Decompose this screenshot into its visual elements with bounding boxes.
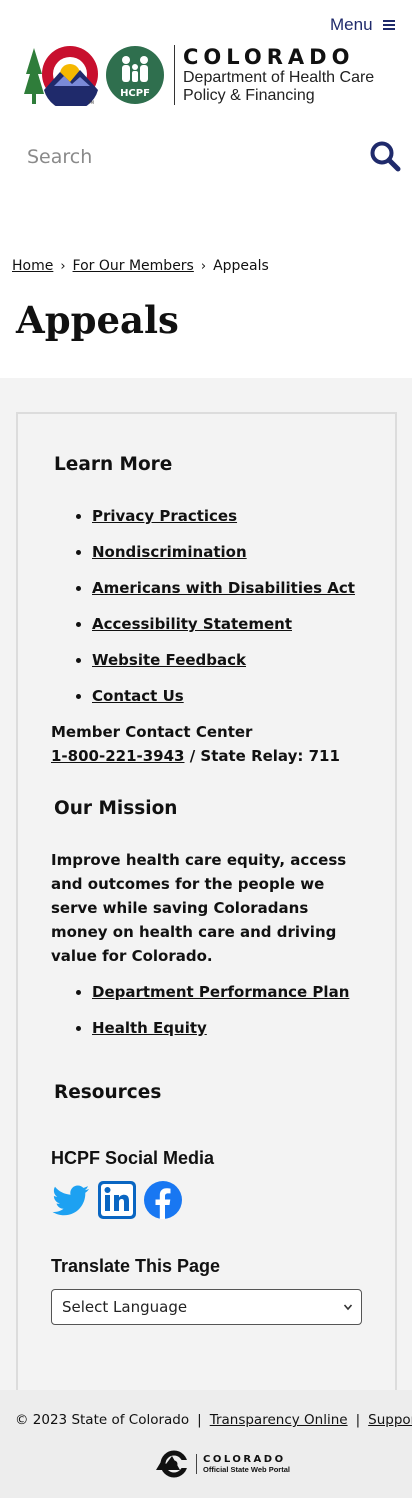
menu-button[interactable]: Menu (330, 15, 395, 35)
hcpf-logo-icon: HCPF (106, 46, 164, 104)
list-item: Privacy Practices (76, 506, 355, 542)
list-item: Website Feedback (76, 650, 355, 686)
list-item: Accessibility Statement (76, 614, 355, 650)
phone-link[interactable]: 1-800-221-3943 (51, 747, 184, 765)
search-input[interactable] (27, 146, 357, 168)
performance-plan-link[interactable]: Department Performance Plan (92, 983, 349, 1001)
chevron-down-icon (343, 1304, 353, 1311)
mission-text: Improve health care equity, access and o… (51, 851, 347, 965)
logo-sub-line1: Department of Health Care (183, 69, 375, 86)
social-icons (51, 1180, 183, 1220)
info-panel: Learn More Privacy Practices Nondiscrimi… (16, 412, 397, 1402)
page-title: Appeals (16, 298, 179, 342)
language-select-value: Select Language (62, 1298, 188, 1316)
language-select[interactable]: Select Language (51, 1289, 362, 1325)
linkedin-icon[interactable] (97, 1180, 137, 1220)
breadcrumb-home-link[interactable]: Home (12, 258, 53, 274)
colorado-logo-icon: TM (24, 46, 98, 106)
nondiscrimination-link[interactable]: Nondiscrimination (92, 543, 247, 561)
portal-title: COLORADO (203, 1454, 286, 1465)
member-contact-block: Member Contact Center 1-800-221-3943 / S… (51, 720, 340, 768)
facebook-icon[interactable] (143, 1180, 183, 1220)
footer-info-section: Learn More Privacy Practices Nondiscrimi… (0, 378, 412, 1402)
page-footer: © 2023 State of Colorado | Transparency … (0, 1390, 412, 1498)
mission-heading: Our Mission (54, 798, 178, 819)
list-item: Department Performance Plan (76, 982, 349, 1018)
copyright-text: © 2023 State of Colorado (15, 1412, 190, 1428)
learn-more-heading: Learn More (54, 454, 173, 475)
website-feedback-link[interactable]: Website Feedback (92, 651, 246, 669)
breadcrumb: Home › For Our Members › Appeals (12, 258, 269, 274)
transparency-online-link[interactable]: Transparency Online (210, 1412, 348, 1428)
privacy-practices-link[interactable]: Privacy Practices (92, 507, 237, 525)
site-logo[interactable]: TM HCPF COLORADO Department of Health Ca… (24, 44, 374, 106)
contact-center-label: Member Contact Center (51, 723, 253, 741)
mission-list: Department Performance Plan Health Equit… (76, 982, 349, 1054)
list-item: Contact Us (76, 686, 355, 722)
menu-label: Menu (330, 15, 373, 34)
state-relay-text: / State Relay: 711 (184, 747, 340, 765)
list-item: Health Equity (76, 1018, 349, 1054)
breadcrumb-separator: › (200, 258, 207, 274)
logo-sub-line2: Policy & Financing (183, 87, 315, 104)
logo-divider (174, 45, 175, 105)
search-bar (27, 140, 401, 180)
resources-heading: Resources (54, 1082, 162, 1103)
hamburger-icon (382, 20, 395, 30)
breadcrumb-current: Appeals (213, 258, 269, 274)
colorado-c-icon (156, 1450, 190, 1478)
support-link[interactable]: Support (368, 1412, 412, 1428)
hcpf-badge: HCPF (120, 88, 150, 99)
svg-text:TM: TM (87, 100, 94, 105)
ada-link[interactable]: Americans with Disabilities Act (92, 579, 355, 597)
portal-text: COLORADO Official State Web Portal (196, 1454, 290, 1474)
breadcrumb-members-link[interactable]: For Our Members (73, 258, 194, 274)
breadcrumb-separator: › (60, 258, 66, 274)
logo-text: COLORADO Department of Health Care Polic… (183, 45, 374, 105)
twitter-icon[interactable] (51, 1180, 91, 1220)
footer-separator: | (197, 1412, 202, 1428)
social-media-heading: HCPF Social Media (51, 1148, 215, 1168)
accessibility-statement-link[interactable]: Accessibility Statement (92, 615, 292, 633)
learn-more-list: Privacy Practices Nondiscrimination Amer… (76, 506, 355, 722)
search-icon[interactable] (369, 140, 401, 172)
contact-us-link[interactable]: Contact Us (92, 687, 184, 705)
health-equity-link[interactable]: Health Equity (92, 1019, 207, 1037)
state-portal-logo[interactable]: COLORADO Official State Web Portal (152, 1450, 290, 1478)
list-item: Americans with Disabilities Act (76, 578, 355, 614)
portal-subtitle: Official State Web Portal (203, 1465, 290, 1474)
list-item: Nondiscrimination (76, 542, 355, 578)
footer-separator: | (355, 1412, 361, 1428)
footer-links: © 2023 State of Colorado | Transparency … (15, 1412, 412, 1428)
logo-title: COLORADO (183, 45, 355, 69)
translate-heading: Translate This Page (51, 1256, 221, 1276)
